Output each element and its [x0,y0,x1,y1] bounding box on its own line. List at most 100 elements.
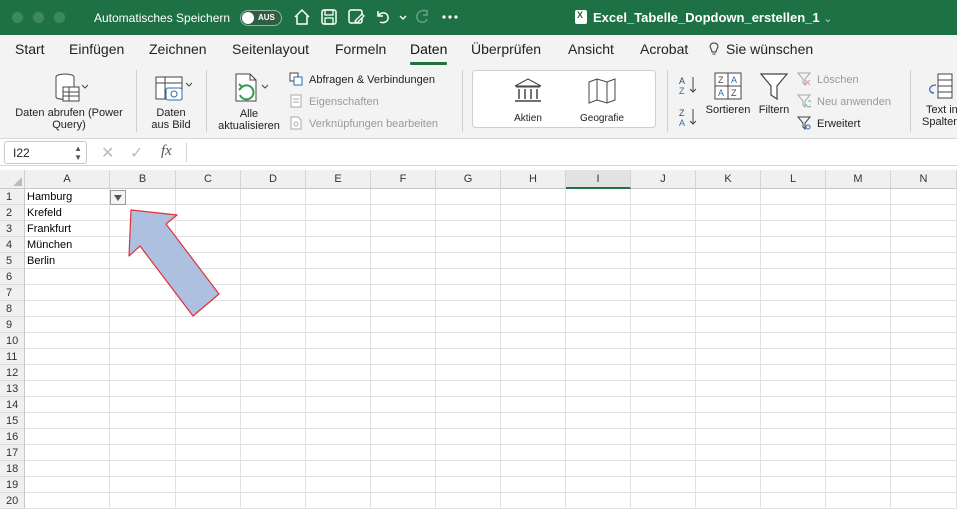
clear-filter-button[interactable]: Löschen [796,72,859,88]
cell-j1[interactable] [631,189,696,205]
row-header[interactable]: 3 [0,221,25,237]
cell-m4[interactable] [826,237,891,253]
cell-k18[interactable] [696,461,761,477]
cell-h6[interactable] [501,269,566,285]
cell-c13[interactable] [176,381,241,397]
cell-k15[interactable] [696,413,761,429]
cell-a18[interactable] [25,461,110,477]
filter-button[interactable]: Filtern [754,71,794,116]
cell-d12[interactable] [241,365,306,381]
cell-g6[interactable] [436,269,501,285]
undo-dropdown-icon[interactable] [393,7,407,27]
cell-k7[interactable] [696,285,761,301]
cell-l14[interactable] [761,397,826,413]
cell-l4[interactable] [761,237,826,253]
cell-a2[interactable]: Krefeld [25,205,110,221]
cell-f5[interactable] [371,253,436,269]
row-header[interactable]: 14 [0,397,25,413]
document-title[interactable]: Excel_Tabelle_Dopdown_erstellen_1 ⌄ [575,10,832,25]
cell-j18[interactable] [631,461,696,477]
cell-d5[interactable] [241,253,306,269]
advanced-filter-button[interactable]: Erweitert [796,116,860,132]
cell-h1[interactable] [501,189,566,205]
row-header[interactable]: 20 [0,493,25,509]
cell-a11[interactable] [25,349,110,365]
cell-f20[interactable] [371,493,436,509]
cell-f15[interactable] [371,413,436,429]
cell-c17[interactable] [176,445,241,461]
cell-n2[interactable] [891,205,957,221]
cell-g13[interactable] [436,381,501,397]
cell-e10[interactable] [306,333,371,349]
cell-i1[interactable] [566,189,631,205]
column-header-a[interactable]: A [25,170,110,189]
refresh-all-button[interactable]: Alle aktualisieren [213,71,285,132]
cell-i15[interactable] [566,413,631,429]
cell-g18[interactable] [436,461,501,477]
cell-k11[interactable] [696,349,761,365]
cell-b15[interactable] [110,413,176,429]
cell-l16[interactable] [761,429,826,445]
cell-l11[interactable] [761,349,826,365]
formula-input[interactable] [192,143,952,162]
cell-b12[interactable] [110,365,176,381]
cell-n8[interactable] [891,301,957,317]
cell-j16[interactable] [631,429,696,445]
cell-l7[interactable] [761,285,826,301]
cell-i14[interactable] [566,397,631,413]
cell-b11[interactable] [110,349,176,365]
cell-n6[interactable] [891,269,957,285]
cell-e3[interactable] [306,221,371,237]
cell-n4[interactable] [891,237,957,253]
get-data-button[interactable]: Daten abrufen (Power Query) [10,71,128,131]
window-minimize-button[interactable] [32,11,45,24]
cell-j4[interactable] [631,237,696,253]
cell-j20[interactable] [631,493,696,509]
tab-start[interactable]: Start [15,41,45,57]
cell-j17[interactable] [631,445,696,461]
cell-d3[interactable] [241,221,306,237]
sort-a-z-icon[interactable]: AZ [678,75,700,96]
tab-view[interactable]: Ansicht [568,41,614,57]
cell-n5[interactable] [891,253,957,269]
cell-c16[interactable] [176,429,241,445]
column-header-c[interactable]: C [176,170,241,189]
column-header-g[interactable]: G [436,170,501,189]
cell-n1[interactable] [891,189,957,205]
cell-e15[interactable] [306,413,371,429]
cell-m17[interactable] [826,445,891,461]
cell-j2[interactable] [631,205,696,221]
row-header[interactable]: 13 [0,381,25,397]
cell-d1[interactable] [241,189,306,205]
cell-c10[interactable] [176,333,241,349]
cell-h16[interactable] [501,429,566,445]
cell-d10[interactable] [241,333,306,349]
select-all-button[interactable] [0,170,25,189]
cell-i16[interactable] [566,429,631,445]
cell-h2[interactable] [501,205,566,221]
cell-i13[interactable] [566,381,631,397]
cell-g14[interactable] [436,397,501,413]
cell-f1[interactable] [371,189,436,205]
cell-j5[interactable] [631,253,696,269]
cell-b17[interactable] [110,445,176,461]
cancel-icon[interactable]: ✕ [101,143,114,163]
cell-f7[interactable] [371,285,436,301]
home-icon[interactable] [292,7,312,27]
cell-d17[interactable] [241,445,306,461]
cell-j7[interactable] [631,285,696,301]
cell-i5[interactable] [566,253,631,269]
row-header[interactable]: 5 [0,253,25,269]
cell-a20[interactable] [25,493,110,509]
tab-page-layout[interactable]: Seitenlayout [232,41,309,57]
row-header[interactable]: 1 [0,189,25,205]
cell-a7[interactable] [25,285,110,301]
cell-m15[interactable] [826,413,891,429]
cell-e8[interactable] [306,301,371,317]
cell-g7[interactable] [436,285,501,301]
cell-c19[interactable] [176,477,241,493]
cell-i7[interactable] [566,285,631,301]
cell-a14[interactable] [25,397,110,413]
cell-d19[interactable] [241,477,306,493]
cell-m5[interactable] [826,253,891,269]
